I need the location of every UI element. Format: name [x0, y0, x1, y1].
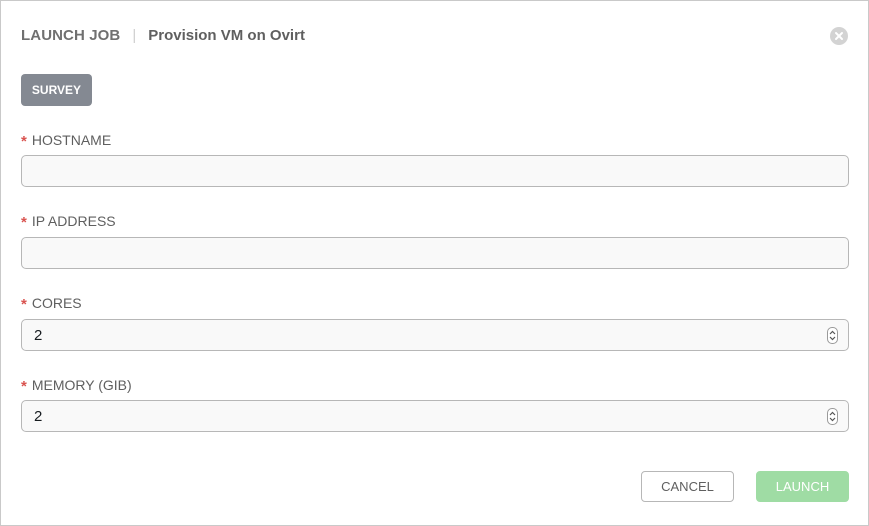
- required-marker: *: [21, 295, 27, 313]
- cores-stepper[interactable]: [827, 326, 838, 344]
- ip-address-input[interactable]: [21, 237, 849, 269]
- dialog-title: LAUNCH JOB: [21, 26, 121, 44]
- close-circle-icon: [835, 32, 843, 40]
- close-button[interactable]: [830, 27, 848, 45]
- hostname-input[interactable]: [21, 155, 849, 187]
- number-spinner-icon: [829, 411, 836, 421]
- launch-job-dialog: LAUNCH JOB | Provision VM on Ovirt SURVE…: [0, 0, 869, 526]
- memory-field-group: * MEMORY (GIB) 2: [21, 376, 849, 432]
- launch-button[interactable]: LAUNCH: [756, 471, 849, 502]
- required-marker: *: [21, 132, 27, 150]
- ip-address-label-row: * IP ADDRESS: [21, 212, 849, 231]
- cores-label-row: * CORES: [21, 294, 849, 313]
- memory-stepper[interactable]: [827, 407, 838, 425]
- ip-address-field-group: * IP ADDRESS: [21, 212, 849, 269]
- cores-field-group: * CORES 2: [21, 294, 849, 351]
- cores-label: CORES: [31, 295, 82, 311]
- cores-input[interactable]: 2: [21, 319, 849, 351]
- cores-value: 2: [34, 326, 43, 344]
- title-separator: |: [132, 26, 137, 44]
- memory-label-row: * MEMORY (GIB): [21, 376, 849, 395]
- hostname-field-group: * HOSTNAME: [21, 131, 849, 187]
- memory-input[interactable]: 2: [21, 400, 849, 432]
- memory-value: 2: [34, 407, 43, 425]
- hostname-label-row: * HOSTNAME: [21, 131, 849, 150]
- ip-address-label: IP ADDRESS: [31, 213, 116, 229]
- required-marker: *: [21, 377, 27, 395]
- number-spinner-icon: [829, 330, 836, 340]
- memory-label: MEMORY (GIB): [31, 377, 132, 393]
- tab-survey[interactable]: SURVEY: [21, 74, 92, 106]
- job-template-name: Provision VM on Ovirt: [148, 26, 305, 44]
- hostname-label: HOSTNAME: [31, 132, 112, 148]
- required-marker: *: [21, 213, 27, 231]
- dialog-header: LAUNCH JOB | Provision VM on Ovirt: [21, 25, 305, 45]
- cancel-button[interactable]: CANCEL: [641, 471, 734, 502]
